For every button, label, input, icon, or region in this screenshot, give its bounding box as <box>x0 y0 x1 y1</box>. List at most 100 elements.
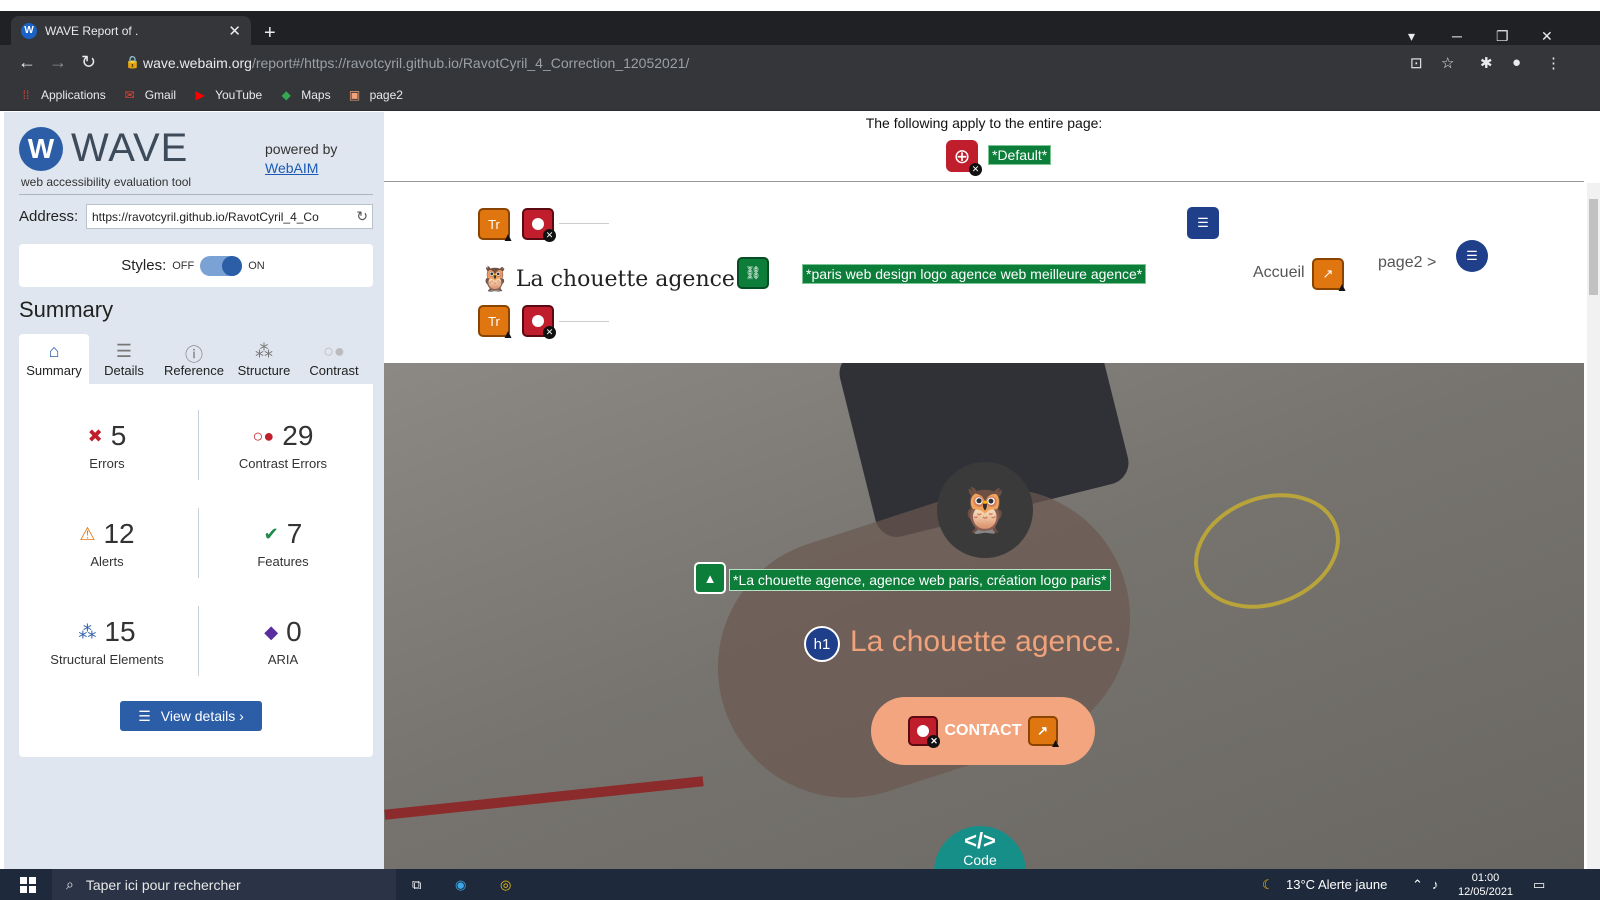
tray-chevron-icon[interactable]: ⌃ <box>1412 877 1423 893</box>
redundant-link-icon[interactable]: ↗ ▲ <box>1312 258 1348 294</box>
nav-accueil[interactable]: Accueil <box>1253 264 1305 282</box>
clock[interactable]: 01:00 12/05/2021 <box>1458 871 1513 899</box>
tab-contrast[interactable]: ○● Contrast <box>299 334 369 384</box>
gmail-icon: ✉ <box>124 88 135 102</box>
profile-dropdown-icon[interactable]: ▾ <box>1408 28 1415 45</box>
language-error-icon[interactable]: ⊕ ✕ <box>946 140 982 176</box>
lock-icon: 🔒 <box>125 55 140 69</box>
features-count: 7 <box>286 518 303 549</box>
hero-title: La chouette agence. <box>850 625 1122 658</box>
contrast-error-icon[interactable]: ✕ <box>522 305 556 339</box>
bookmarks-bar: ⁞⁞ Applications ✉ Gmail ▶ YouTube ◆ Maps ▣ pa… <box>0 80 1600 111</box>
maximize-button[interactable]: ❐ <box>1496 28 1509 45</box>
chrome-icon[interactable]: ◎ <box>500 877 511 893</box>
back-arrow-icon[interactable]: ← <box>18 52 36 72</box>
styles-off-label: OFF <box>172 259 195 272</box>
address-bar[interactable]: 🔒 wave.webaim.org/report#/https://ravotc… <box>115 49 1535 77</box>
powered-by-text: powered by <box>265 141 338 157</box>
translate-icon[interactable]: ⊡ <box>1410 54 1423 72</box>
code-icon: </> <box>964 828 996 853</box>
windows-start-icon[interactable] <box>20 877 36 893</box>
view-details-button[interactable]: ☰ View details › <box>120 701 262 731</box>
code-toggle-button[interactable]: </> Code <box>934 826 1026 869</box>
refresh-icon[interactable]: ↻ <box>356 208 368 225</box>
bookmark-page2[interactable]: ▣ page2 <box>347 88 403 102</box>
home-icon: ⌂ <box>48 340 60 361</box>
bookmark-youtube[interactable]: ▶ YouTube <box>192 88 262 102</box>
divider <box>198 606 199 676</box>
linked-image-icon[interactable]: ⛓ <box>737 257 769 289</box>
youtube-icon: ▶ <box>195 88 205 102</box>
hero-section: 🦉 ▲ *La chouette agence, agence web pari… <box>384 363 1584 869</box>
address-input[interactable]: https://ravotcyril.github.io/RavotCyril_… <box>86 204 373 229</box>
contrast-error-icon[interactable]: ✕ <box>522 208 556 242</box>
feature-check-icon: ✔ <box>263 523 279 544</box>
hero-alt-label: *La chouette agence, agence web paris, c… <box>729 569 1111 591</box>
task-view-icon[interactable]: ⧉ <box>412 877 421 893</box>
default-label: *Default* <box>988 145 1052 165</box>
warning-badge-icon: ▲ <box>1049 736 1062 750</box>
url-host: wave.webaim.org <box>143 55 252 71</box>
image-alt-icon[interactable]: ▲ <box>694 562 726 594</box>
contrast-count: 29 <box>282 420 314 451</box>
nav-page2[interactable]: page2 > <box>1378 254 1436 272</box>
maps-icon: ◆ <box>281 88 291 102</box>
text-alert-icon[interactable]: Tr ▲ <box>478 208 514 244</box>
bookmark-label: Maps <box>301 88 331 102</box>
tab-summary[interactable]: ⌂ Summary <box>19 334 89 384</box>
h1-badge-icon[interactable]: h1 <box>804 626 840 662</box>
brand-logo[interactable]: 🦉 La chouette agence <box>480 265 735 293</box>
tab-reference[interactable]: ⓘ Reference <box>159 334 229 384</box>
taskbar-search[interactable]: ⌕ Taper ici pour rechercher <box>52 869 396 900</box>
stat-errors[interactable]: ✖ 5 Errors <box>27 420 187 471</box>
forward-arrow-icon[interactable]: → <box>49 52 67 72</box>
contrast-error-icon: ○● <box>252 425 275 446</box>
extensions-icon[interactable]: ✱ <box>1480 54 1493 72</box>
bookmark-applications[interactable]: ⁞⁞ Applications <box>18 88 106 102</box>
minimize-button[interactable]: ─ <box>1452 28 1462 44</box>
structural-count: 15 <box>104 616 136 647</box>
site-header: Tr ▲ ✕ 🦉 La chouette agence ⛓ *paris web d… <box>384 183 1584 363</box>
styles-toggle[interactable] <box>200 255 243 276</box>
stat-structural[interactable]: ⁂ 15 Structural Elements <box>27 616 187 667</box>
stat-aria[interactable]: ◆ 0 ARIA <box>203 616 363 667</box>
alerts-label: Alerts <box>90 554 124 569</box>
bookmark-label: Applications <box>41 88 106 102</box>
weather-text[interactable]: 13°C Alerte jaune <box>1286 877 1387 892</box>
error-badge-icon: ✕ <box>543 326 556 339</box>
new-tab-button[interactable]: + <box>264 23 276 43</box>
reload-icon[interactable]: ↻ <box>81 52 96 72</box>
unordered-list-icon[interactable]: ☰ <box>1456 240 1488 272</box>
notifications-icon[interactable]: ▭ <box>1533 877 1545 893</box>
alert-icon: ⚠ <box>79 523 96 544</box>
styles-toggle-row: Styles: OFF ON <box>19 244 373 287</box>
redundant-link-icon[interactable]: ↗ ▲ <box>1027 716 1062 750</box>
url-path: /report#/https://ravotcyril.github.io/Ra… <box>251 55 690 71</box>
close-tab-icon[interactable]: ✕ <box>228 22 241 40</box>
bookmark-maps[interactable]: ◆ Maps <box>278 88 331 102</box>
brand-name: La chouette agence <box>515 266 735 292</box>
navigation-icon[interactable]: ☰ <box>1187 207 1219 239</box>
star-icon[interactable]: ☆ <box>1441 54 1454 72</box>
bookmark-gmail[interactable]: ✉ Gmail <box>122 88 176 102</box>
error-icon: ✖ <box>87 425 103 446</box>
tab-details[interactable]: ☰ Details <box>89 334 159 384</box>
browser-tab[interactable]: W WAVE Report of . ✕ <box>11 16 251 45</box>
text-alert-icon[interactable]: Tr ▲ <box>478 305 514 341</box>
contrast-error-icon[interactable]: ✕ <box>908 716 941 748</box>
tab-structure[interactable]: ⁂ Structure <box>229 334 299 384</box>
webaim-link[interactable]: WebAIM <box>265 159 337 178</box>
page-scrollbar[interactable] <box>1587 183 1600 869</box>
menu-kebab-icon[interactable]: ⋮ <box>1546 54 1561 72</box>
stat-alerts[interactable]: ⚠ 12 Alerts <box>27 518 187 569</box>
close-window-button[interactable]: ✕ <box>1541 28 1553 45</box>
errors-count: 5 <box>110 420 127 451</box>
summary-panel: ⌂ Summary ☰ Details ⓘ Reference ⁂ Structure … <box>19 334 373 757</box>
scrollbar-thumb[interactable] <box>1589 199 1598 295</box>
profile-icon[interactable]: ● <box>1512 54 1521 71</box>
edge-icon[interactable]: ◉ <box>455 877 466 893</box>
stat-features[interactable]: ✔ 7 Features <box>203 518 363 569</box>
contact-button[interactable]: ✕ CONTACT ↗ ▲ <box>871 697 1095 765</box>
stat-contrast-errors[interactable]: ○● 29 Contrast Errors <box>203 420 363 471</box>
volume-icon[interactable]: ♪ <box>1432 877 1439 892</box>
